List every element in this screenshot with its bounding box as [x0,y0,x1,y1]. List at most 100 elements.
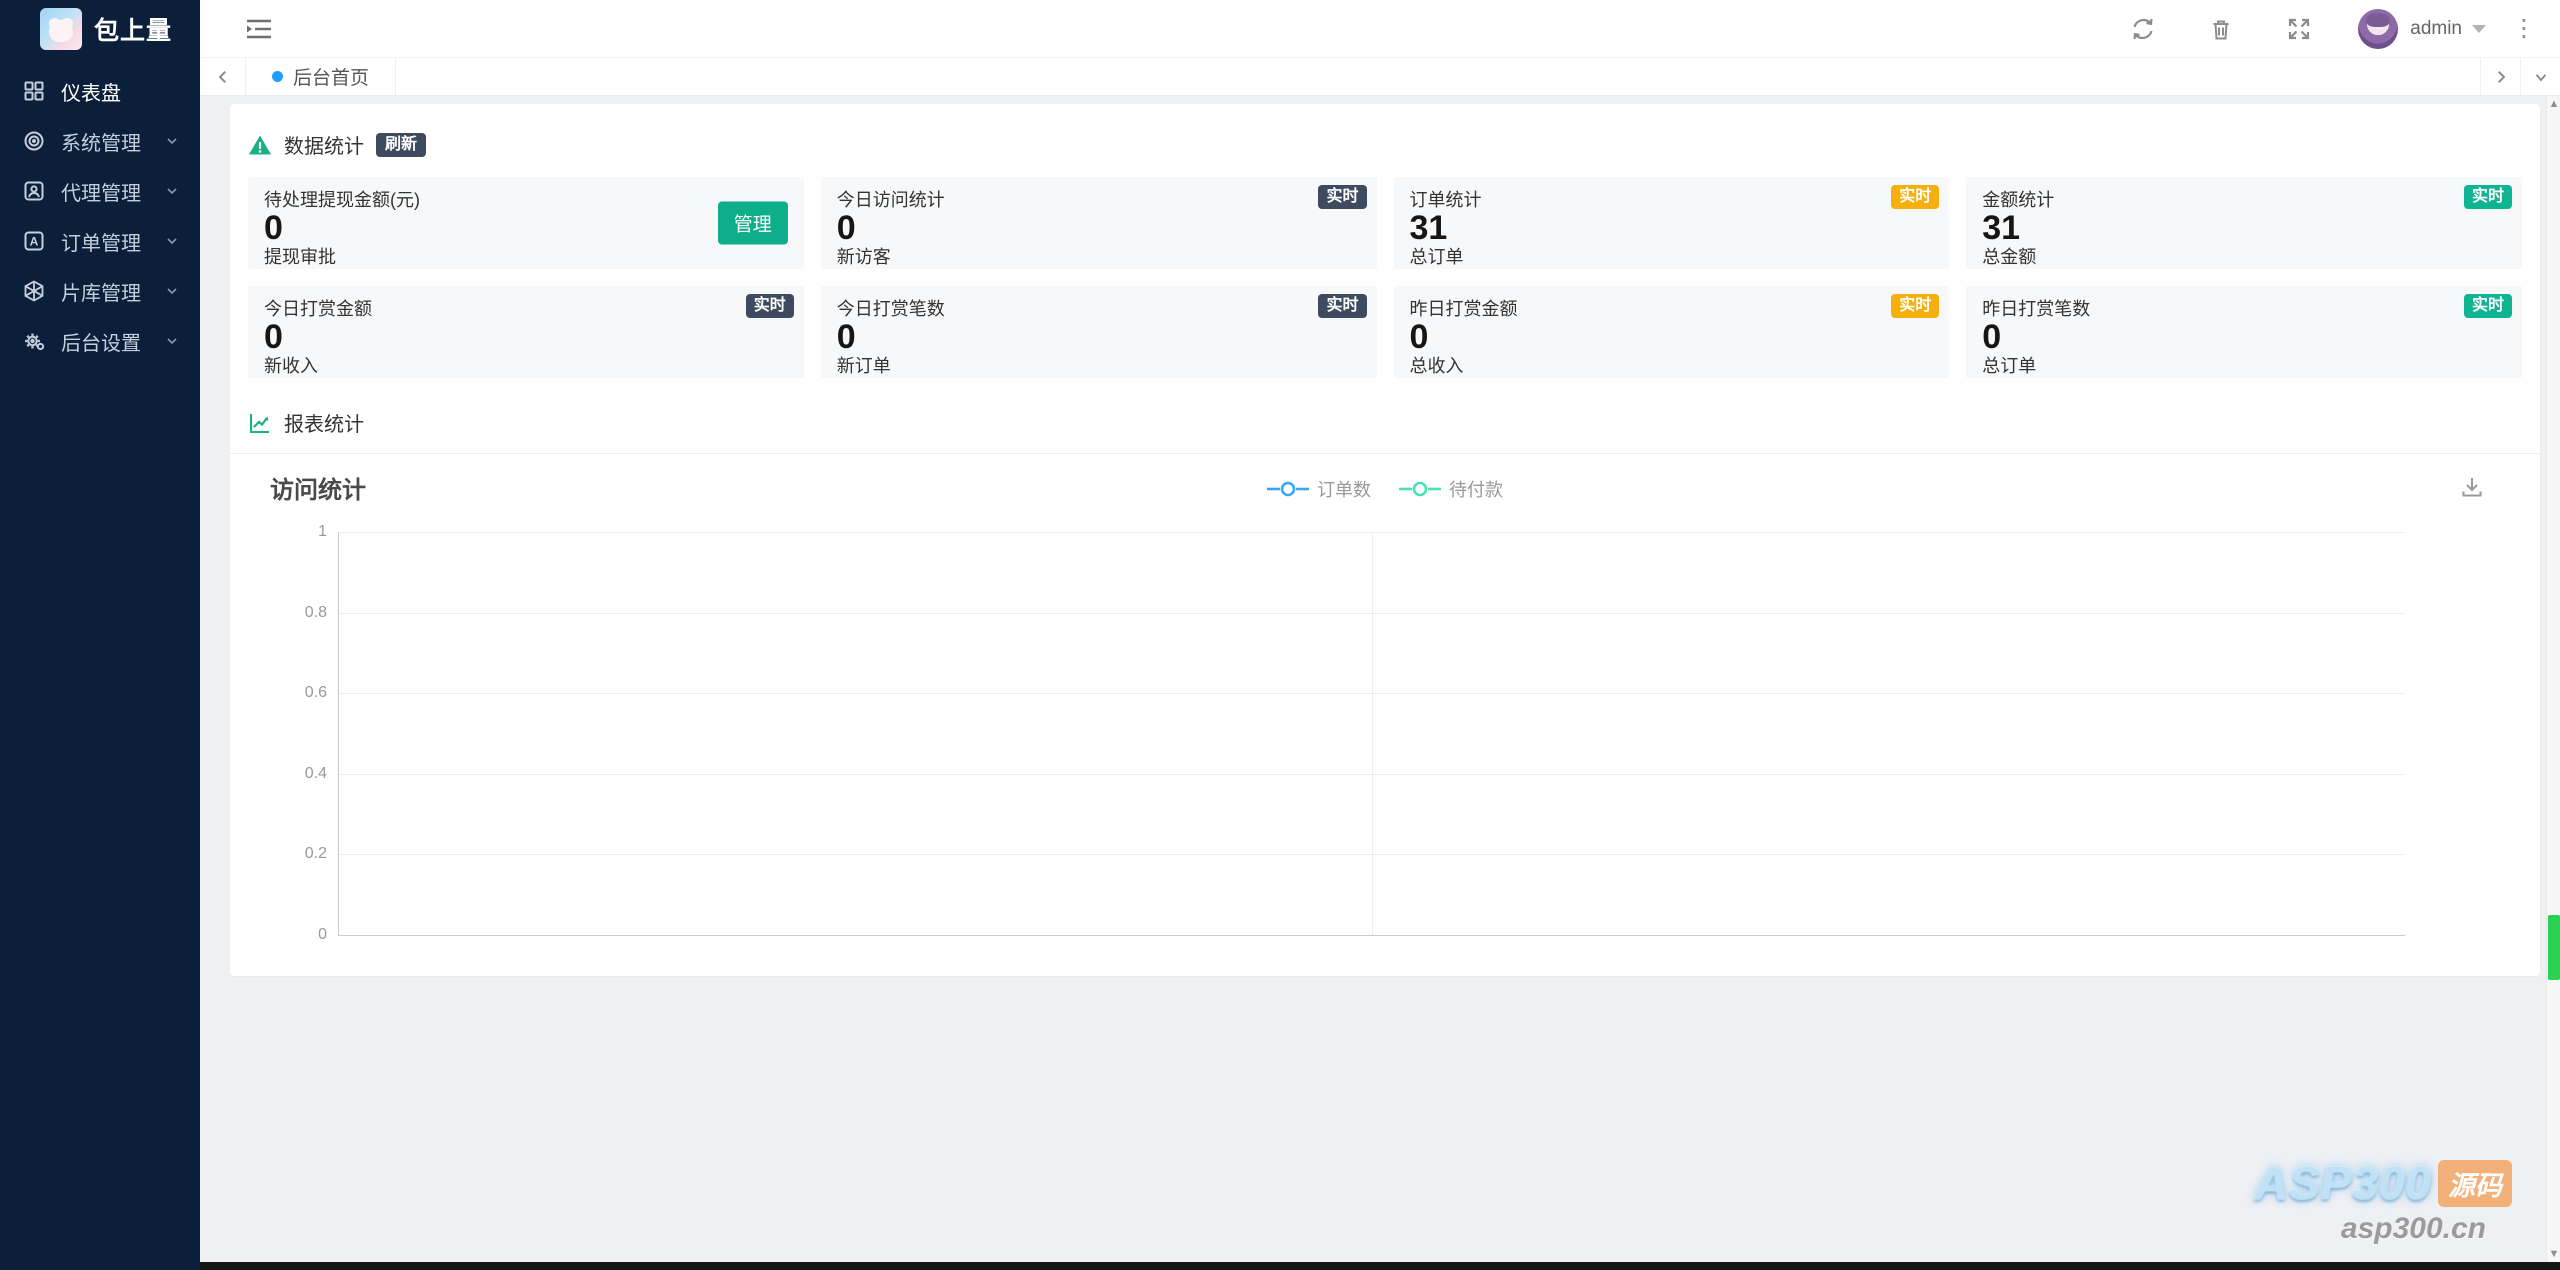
watermark-site: asp300.cn [2255,1212,2486,1246]
scrollbar-thumb[interactable] [2548,915,2560,980]
chart-legend: 订单数 待付款 [1267,476,1503,502]
sidebar-item-label: 片库管理 [61,277,141,306]
chevron-down-icon [164,233,180,249]
sidebar: 包上量 仪表盘 系统管理 代理管理 [0,0,200,1270]
stat-card-orders: 订单统计 31 总订单 实时 [1394,177,1950,269]
legend-label: 待付款 [1449,476,1503,502]
stat-card-sub: 提现审批 [264,244,788,270]
scroll-up-icon[interactable]: ▲ [2547,96,2560,112]
sidebar-item-label: 后台设置 [61,327,141,356]
y-axis-tick: 0.6 [305,684,327,702]
stat-card-sub: 总订单 [1982,353,2506,379]
trend-chart-icon [248,411,272,435]
sidebar-item-agent[interactable]: 代理管理 [0,166,200,216]
sidebar-toggle-icon[interactable] [245,18,273,40]
trash-icon[interactable] [2182,16,2260,42]
stats-section-title: 数据统计 [284,130,364,159]
stat-card-label: 昨日打赏笔数 [1982,297,2506,321]
stat-card-value: 0 [837,322,1361,352]
stats-section: 数据统计 刷新 待处理提现金额(元) 0 提现审批 管理 今日访问统计 0 新访… [230,104,2540,378]
stat-card-sub: 总金额 [1982,244,2506,270]
logo-title: 包上量 [94,11,172,47]
stat-card-sub: 总订单 [1410,244,1934,270]
stat-card-value: 0 [1982,322,2506,352]
stats-section-header: 数据统计 刷新 [248,130,2522,159]
manage-button[interactable]: 管理 [718,202,788,245]
dashboard-panel: 数据统计 刷新 待处理提现金额(元) 0 提现审批 管理 今日访问统计 0 新访… [230,104,2540,976]
sidebar-item-label: 仪表盘 [61,77,121,106]
stat-card-today-reward-amount: 今日打赏金额 0 新收入 实时 [248,286,804,378]
chart-section: 访问统计 订单数 待付款 [230,454,2540,936]
status-badge: 实时 [1318,294,1366,318]
tab-scroll-left-icon[interactable] [200,58,246,95]
user-menu[interactable]: admin [2410,18,2486,40]
settings-icon [22,329,46,353]
stat-card-label: 待处理提现金额(元) [264,188,788,212]
stat-card-withdraw: 待处理提现金额(元) 0 提现审批 管理 [248,177,804,269]
user-avatar[interactable] [2358,9,2398,49]
stat-card-label: 今日打赏笔数 [837,297,1361,321]
sidebar-item-dashboard[interactable]: 仪表盘 [0,66,200,116]
y-axis-tick: 1 [318,523,327,541]
watermark: ASP300 源码 asp300.cn [2255,1156,2512,1246]
more-menu-icon[interactable]: ⋮ [2496,17,2560,41]
stat-card-yesterday-reward-amount: 昨日打赏金额 0 总收入 实时 [1394,286,1950,378]
tab-bar-right-controls [2480,58,2560,95]
chevron-down-icon [164,133,180,149]
chart-title: 访问统计 [270,470,366,505]
dashboard-icon [22,79,46,103]
stat-card-label: 订单统计 [1410,188,1934,212]
warning-triangle-icon [248,133,272,157]
status-badge: 实时 [1318,185,1366,209]
caret-down-icon [2472,25,2486,33]
system-icon [22,129,46,153]
refresh-badge[interactable]: 刷新 [376,133,426,157]
fullscreen-icon[interactable] [2260,16,2338,42]
bottom-bar [0,1262,2560,1270]
active-tab-dot [272,71,283,82]
stat-card-label: 昨日打赏金额 [1410,297,1934,321]
sidebar-item-label: 代理管理 [61,177,141,206]
stat-card-value: 31 [1982,213,2506,243]
sidebar-item-library[interactable]: 片库管理 [0,266,200,316]
y-axis-tick: 0.4 [305,765,327,783]
download-icon[interactable] [2459,474,2485,500]
watermark-brand: ASP300 [2255,1156,2432,1210]
stat-card-sub: 总收入 [1410,353,1934,379]
tab-label: 后台首页 [293,63,369,90]
status-badge: 实时 [746,294,794,318]
stat-card-sub: 新收入 [264,353,788,379]
stat-card-yesterday-reward-count: 昨日打赏笔数 0 总订单 实时 [1966,286,2522,378]
tab-menu-dropdown-icon[interactable] [2520,58,2560,95]
stat-card-today-reward-count: 今日打赏笔数 0 新订单 实时 [821,286,1377,378]
order-icon: A [22,229,46,253]
tab-bar: 后台首页 [200,58,2560,96]
stat-card-sub: 新访客 [837,244,1361,270]
logo-image [40,8,82,50]
status-badge: 实时 [1891,185,1939,209]
tab-scroll-right-icon[interactable] [2480,58,2520,95]
sidebar-menu: 仪表盘 系统管理 代理管理 A 订单管理 [0,66,200,366]
library-icon [22,279,46,303]
legend-line-icon [1267,481,1309,497]
legend-item-orders[interactable]: 订单数 [1267,476,1371,502]
sidebar-item-order[interactable]: A 订单管理 [0,216,200,266]
stat-card-value: 0 [264,213,788,243]
sidebar-item-label: 系统管理 [61,127,141,156]
username-label: admin [2410,18,2462,40]
refresh-icon[interactable] [2104,16,2182,42]
sidebar-item-label: 订单管理 [61,227,141,256]
legend-item-pending[interactable]: 待付款 [1399,476,1503,502]
stat-card-label: 今日访问统计 [837,188,1361,212]
status-badge: 实时 [2464,294,2512,318]
stat-card-label: 今日打赏金额 [264,297,788,321]
sidebar-item-settings[interactable]: 后台设置 [0,316,200,366]
status-badge: 实时 [1891,294,1939,318]
x-gridline [1372,532,1373,935]
vertical-scrollbar[interactable]: ▲ ▼ [2546,96,2560,1262]
tab-home[interactable]: 后台首页 [246,58,396,95]
report-section-title: 报表统计 [284,408,364,437]
sidebar-item-system[interactable]: 系统管理 [0,116,200,166]
stat-card-value: 31 [1410,213,1934,243]
scroll-down-icon[interactable]: ▼ [2547,1246,2560,1262]
